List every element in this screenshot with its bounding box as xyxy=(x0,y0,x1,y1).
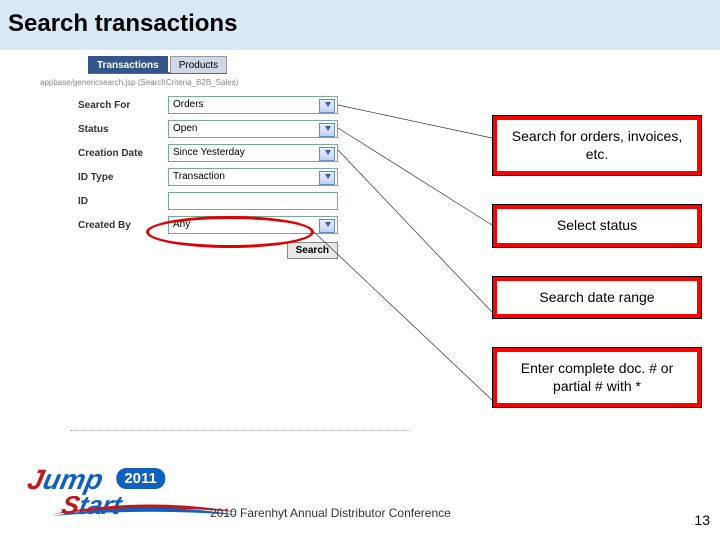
row-status: Status Open xyxy=(78,119,338,139)
chevron-down-icon xyxy=(325,102,331,107)
label-id: ID xyxy=(78,196,168,207)
callout-date-range: Search date range xyxy=(492,276,702,320)
slide-title: Search transactions xyxy=(8,10,712,38)
label-status: Status xyxy=(78,124,168,135)
chevron-down-icon xyxy=(325,150,331,155)
label-creation-date: Creation Date xyxy=(78,148,168,159)
breadcrumb-path: appbase/genericsearch.jsp (SearchCriteri… xyxy=(40,78,238,87)
label-id-type: ID Type xyxy=(78,172,168,183)
select-created-by[interactable]: Any xyxy=(168,216,338,234)
callouts: Search for orders, invoices, etc. Select… xyxy=(492,115,702,408)
label-search-for: Search For xyxy=(78,100,168,111)
row-search-for: Search For Orders xyxy=(78,95,338,115)
select-id-type[interactable]: Transaction xyxy=(168,168,338,186)
row-creation-date: Creation Date Since Yesterday xyxy=(78,143,338,163)
app-screenshot: Transactions Products appbase/genericsea… xyxy=(0,50,420,430)
select-search-for[interactable]: Orders xyxy=(168,96,338,114)
callout-status: Select status xyxy=(492,204,702,248)
chevron-down-icon xyxy=(325,174,331,179)
tab-transactions[interactable]: Transactions xyxy=(88,56,168,73)
label-created-by: Created By xyxy=(78,220,168,231)
chevron-down-icon xyxy=(325,222,331,227)
chevron-down-icon xyxy=(325,126,331,131)
row-created-by: Created By Any xyxy=(78,215,338,235)
search-button[interactable]: Search xyxy=(287,242,338,259)
title-bar: Search transactions xyxy=(0,0,720,50)
callout-doc-number: Enter complete doc. # or partial # with … xyxy=(492,347,702,408)
content-area: Transactions Products appbase/genericsea… xyxy=(0,50,720,480)
input-id[interactable] xyxy=(168,192,338,210)
logo: Jump 2011 Start xyxy=(28,464,208,526)
search-form: Search For Orders Status Open Creation D… xyxy=(78,95,338,239)
select-creation-date[interactable]: Since Yesterday xyxy=(168,144,338,162)
divider-line xyxy=(70,430,410,431)
row-id: ID xyxy=(78,191,338,211)
logo-year-badge: 2011 xyxy=(117,468,166,489)
tab-strip: Transactions Products xyxy=(88,55,227,74)
callout-search-for: Search for orders, invoices, etc. xyxy=(492,115,702,176)
tab-products[interactable]: Products xyxy=(170,56,227,73)
search-button-row: Search xyxy=(78,240,338,259)
select-status[interactable]: Open xyxy=(168,120,338,138)
row-id-type: ID Type Transaction xyxy=(78,167,338,187)
page-number: 13 xyxy=(694,512,710,528)
footer-text: 2010 Farenhyt Annual Distributor Confere… xyxy=(210,506,451,520)
